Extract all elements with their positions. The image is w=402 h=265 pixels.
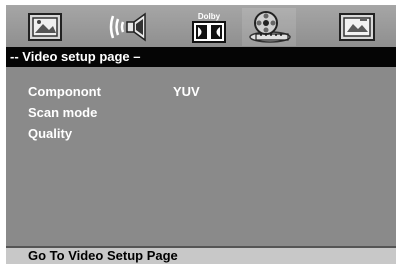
audio-speaker-icon [109, 12, 146, 42]
dolby-icon: Dolby [192, 12, 226, 43]
video-setup-menu: Componont YUV Scan mode Quality [6, 67, 396, 246]
tab-audio-setup[interactable] [102, 8, 156, 46]
menu-item-quality[interactable]: Quality [28, 124, 72, 144]
dolby-label: Dolby [198, 12, 221, 21]
menu-item-component[interactable]: Componont [28, 82, 101, 102]
video-setup-icon [249, 11, 291, 43]
page-title-bar: -- Video setup page – [6, 47, 396, 67]
menu-item-scan-mode[interactable]: Scan mode [28, 103, 97, 123]
tab-video-setup[interactable] [242, 8, 296, 46]
status-text: Go To Video Setup Page [28, 248, 178, 263]
tab-dolby-setup[interactable]: Dolby [182, 8, 236, 46]
page-title: -- Video setup page – [10, 49, 141, 64]
status-bar: Go To Video Setup Page [6, 246, 396, 264]
tab-general-setup[interactable] [18, 8, 72, 46]
component-value: YUV [173, 84, 200, 99]
preference-icon [339, 13, 375, 41]
tab-preference-setup[interactable] [330, 8, 384, 46]
general-setup-icon [28, 13, 62, 41]
setup-menu-window: Dolby -- Video setup page – Componont YU… [6, 5, 396, 264]
setup-tabs-toolbar: Dolby [6, 5, 396, 47]
